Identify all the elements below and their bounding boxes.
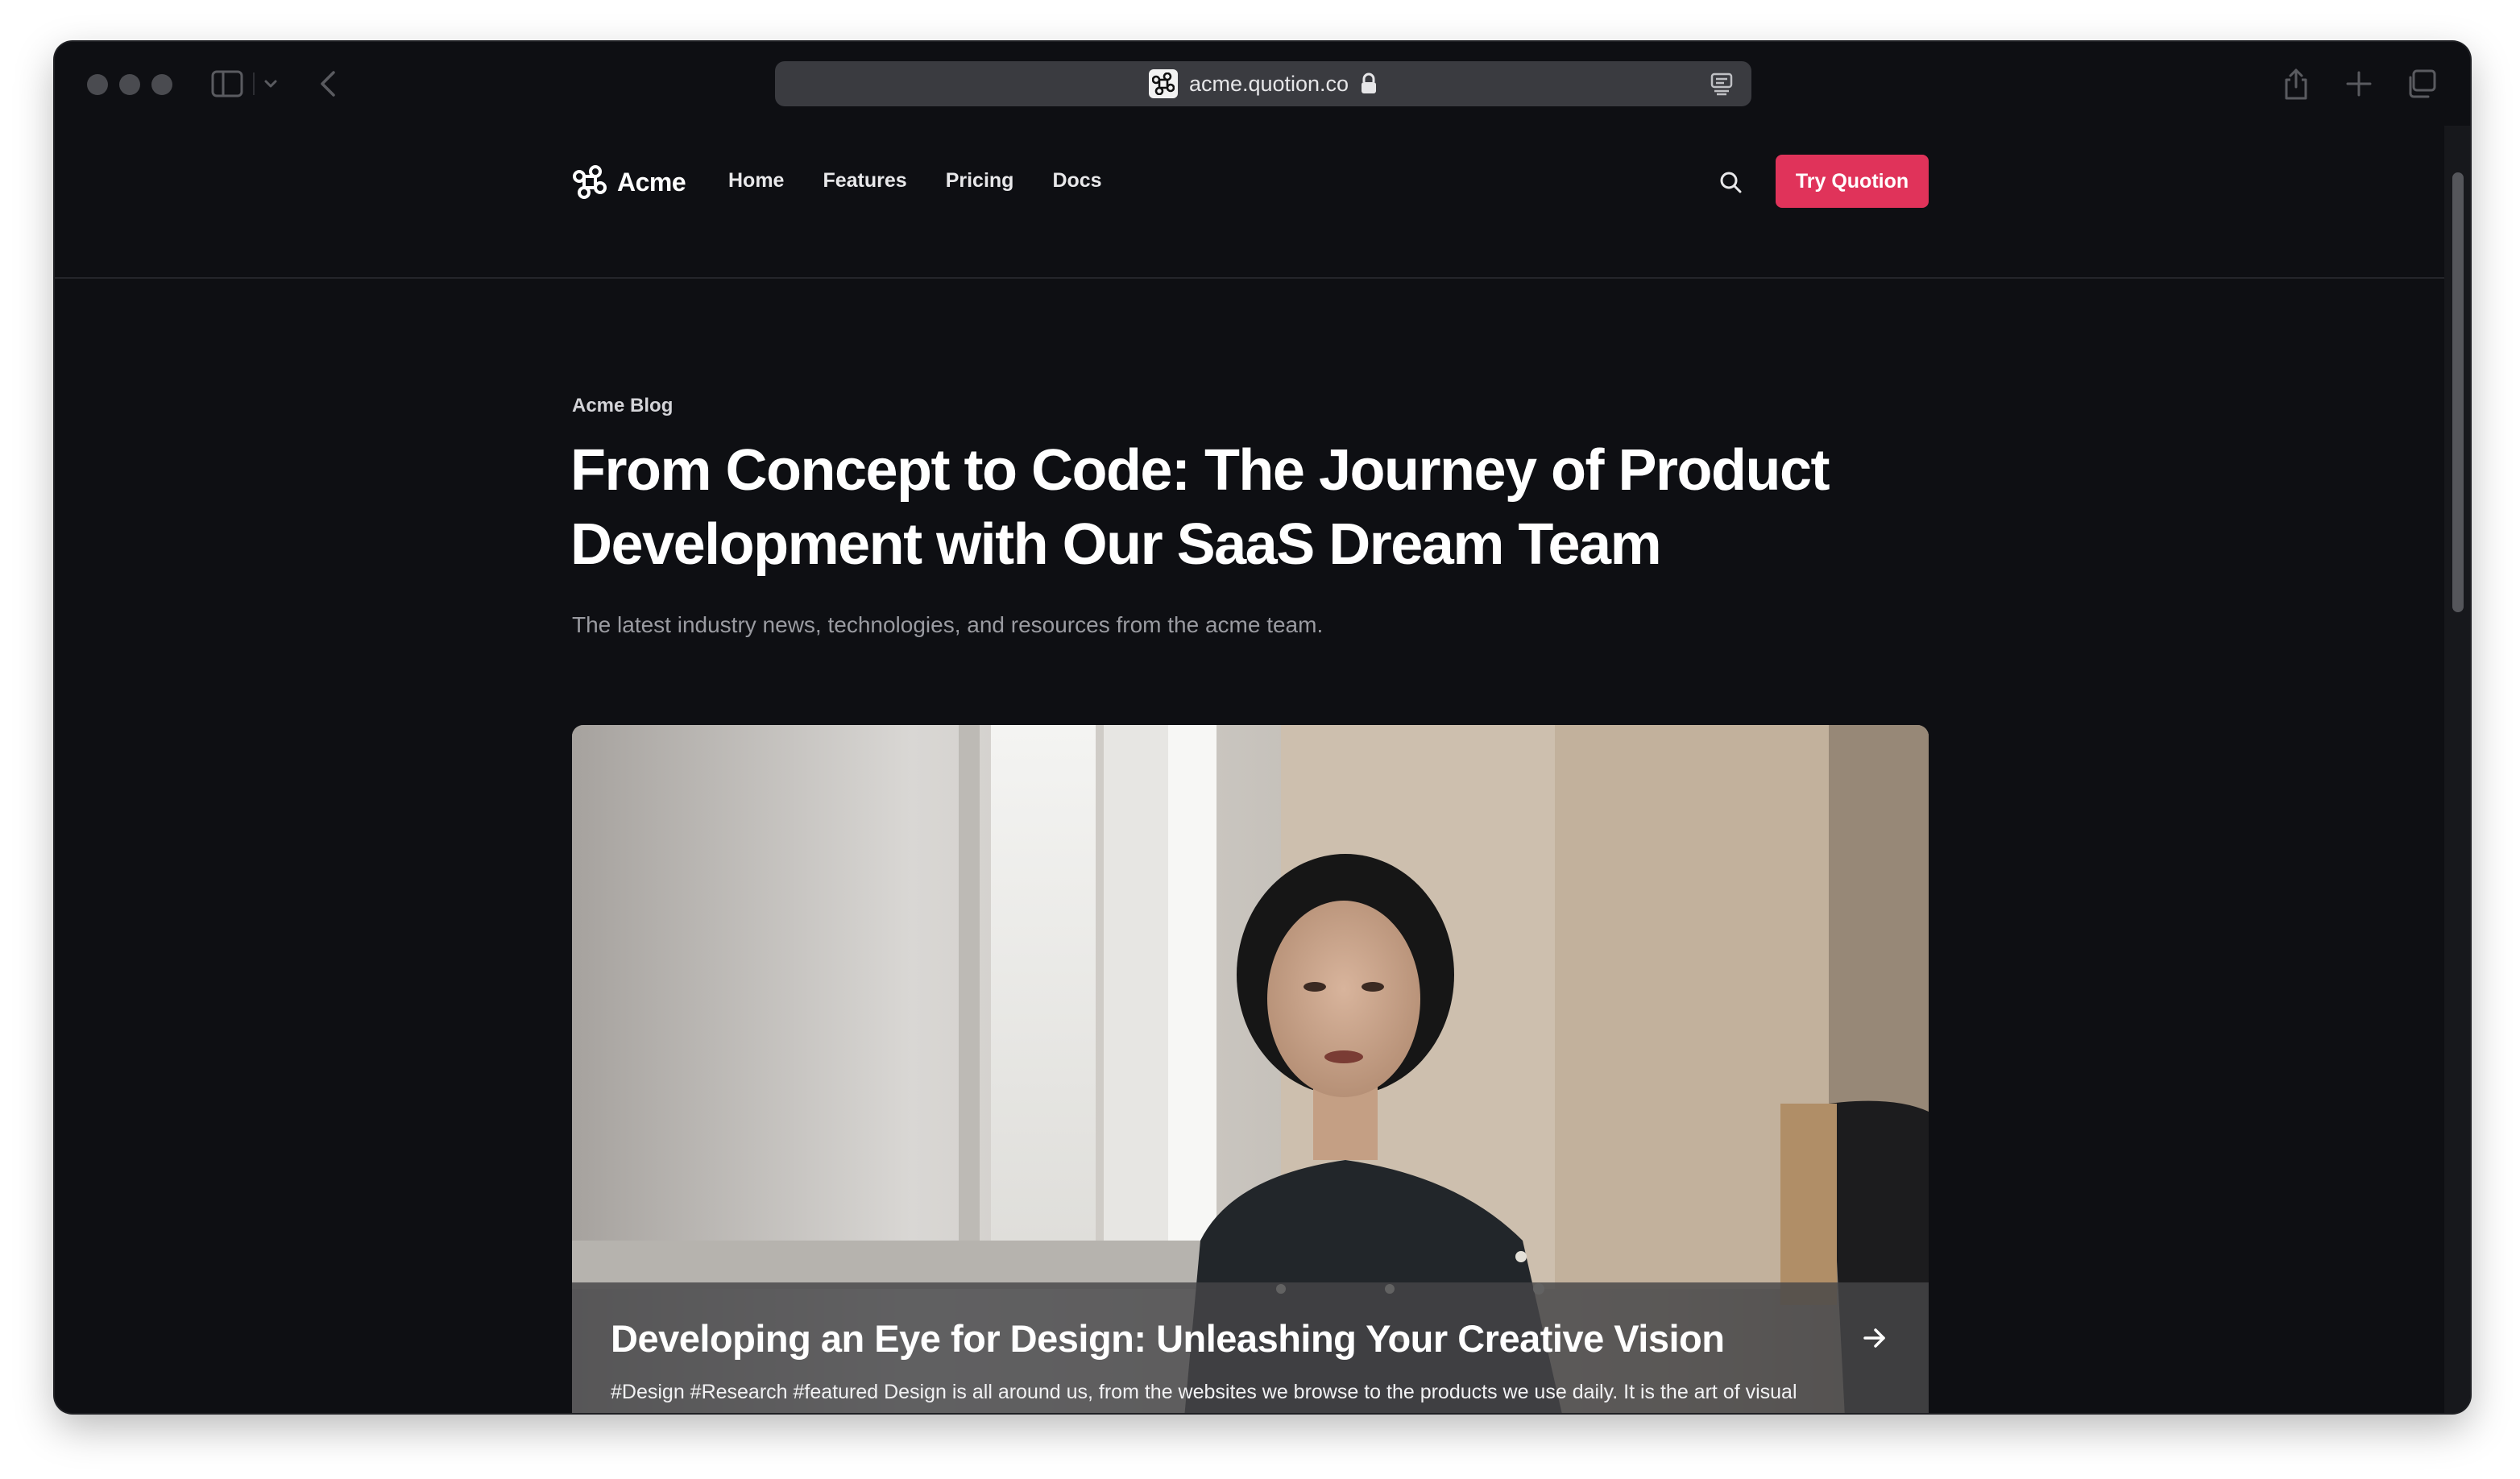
brand-logo[interactable]: Acme bbox=[572, 164, 686, 200]
nav-link-home[interactable]: Home bbox=[728, 169, 784, 193]
reader-mode-icon[interactable] bbox=[1710, 72, 1734, 96]
browser-window: acme.quotion.co Acme Home Features Prici… bbox=[55, 42, 2470, 1413]
new-tab-icon[interactable] bbox=[2343, 66, 2375, 102]
chevron-down-icon[interactable] bbox=[263, 76, 279, 92]
page-subtitle: The latest industry news, technologies, … bbox=[572, 612, 1324, 637]
address-bar[interactable]: acme.quotion.co bbox=[775, 61, 1751, 106]
zoom-window-button[interactable] bbox=[151, 74, 172, 95]
lock-icon bbox=[1360, 72, 1378, 95]
tab-overview-icon[interactable] bbox=[2406, 66, 2438, 102]
brand-name: Acme bbox=[617, 167, 686, 197]
arrow-right-icon[interactable] bbox=[1861, 1324, 1888, 1352]
sidebar-icon[interactable] bbox=[211, 70, 243, 97]
window-controls bbox=[87, 74, 172, 95]
toolbar-actions bbox=[2280, 66, 2438, 102]
url-text: acme.quotion.co bbox=[1188, 71, 1349, 96]
search-icon[interactable] bbox=[1718, 169, 1743, 195]
back-arrow-icon[interactable] bbox=[314, 68, 343, 100]
featured-post-caption: Developing an Eye for Design: Unleashing… bbox=[572, 1282, 1929, 1413]
minimize-window-button[interactable] bbox=[119, 74, 140, 95]
scrollbar-thumb[interactable] bbox=[2452, 172, 2464, 612]
featured-post-title[interactable]: Developing an Eye for Design: Unleashing… bbox=[611, 1316, 1725, 1361]
page-title: From Concept to Code: The Journey of Pro… bbox=[570, 438, 1830, 577]
site-header: Acme Home Features Pricing Docs Try Quot… bbox=[55, 126, 2444, 279]
nav-link-pricing[interactable]: Pricing bbox=[946, 169, 1014, 193]
browser-toolbar: acme.quotion.co bbox=[55, 42, 2470, 126]
command-key-icon bbox=[572, 164, 607, 200]
scrollbar[interactable] bbox=[2444, 126, 2470, 1413]
share-icon[interactable] bbox=[2280, 66, 2312, 102]
blog-eyebrow: Acme Blog bbox=[572, 395, 674, 416]
toolbar-divider bbox=[253, 72, 255, 95]
close-window-button[interactable] bbox=[87, 74, 108, 95]
featured-post-excerpt: #Design #Research #featured Design is al… bbox=[611, 1381, 1797, 1413]
web-page: Acme Home Features Pricing Docs Try Quot… bbox=[55, 126, 2444, 1413]
try-quotion-button[interactable]: Try Quotion bbox=[1776, 155, 1929, 208]
featured-post-card[interactable]: Developing an Eye for Design: Unleashing… bbox=[572, 725, 1929, 1413]
command-key-icon bbox=[1148, 69, 1178, 98]
nav-link-features[interactable]: Features bbox=[823, 169, 906, 193]
main-nav: Home Features Pricing Docs bbox=[728, 169, 1102, 193]
nav-link-docs[interactable]: Docs bbox=[1052, 169, 1101, 193]
